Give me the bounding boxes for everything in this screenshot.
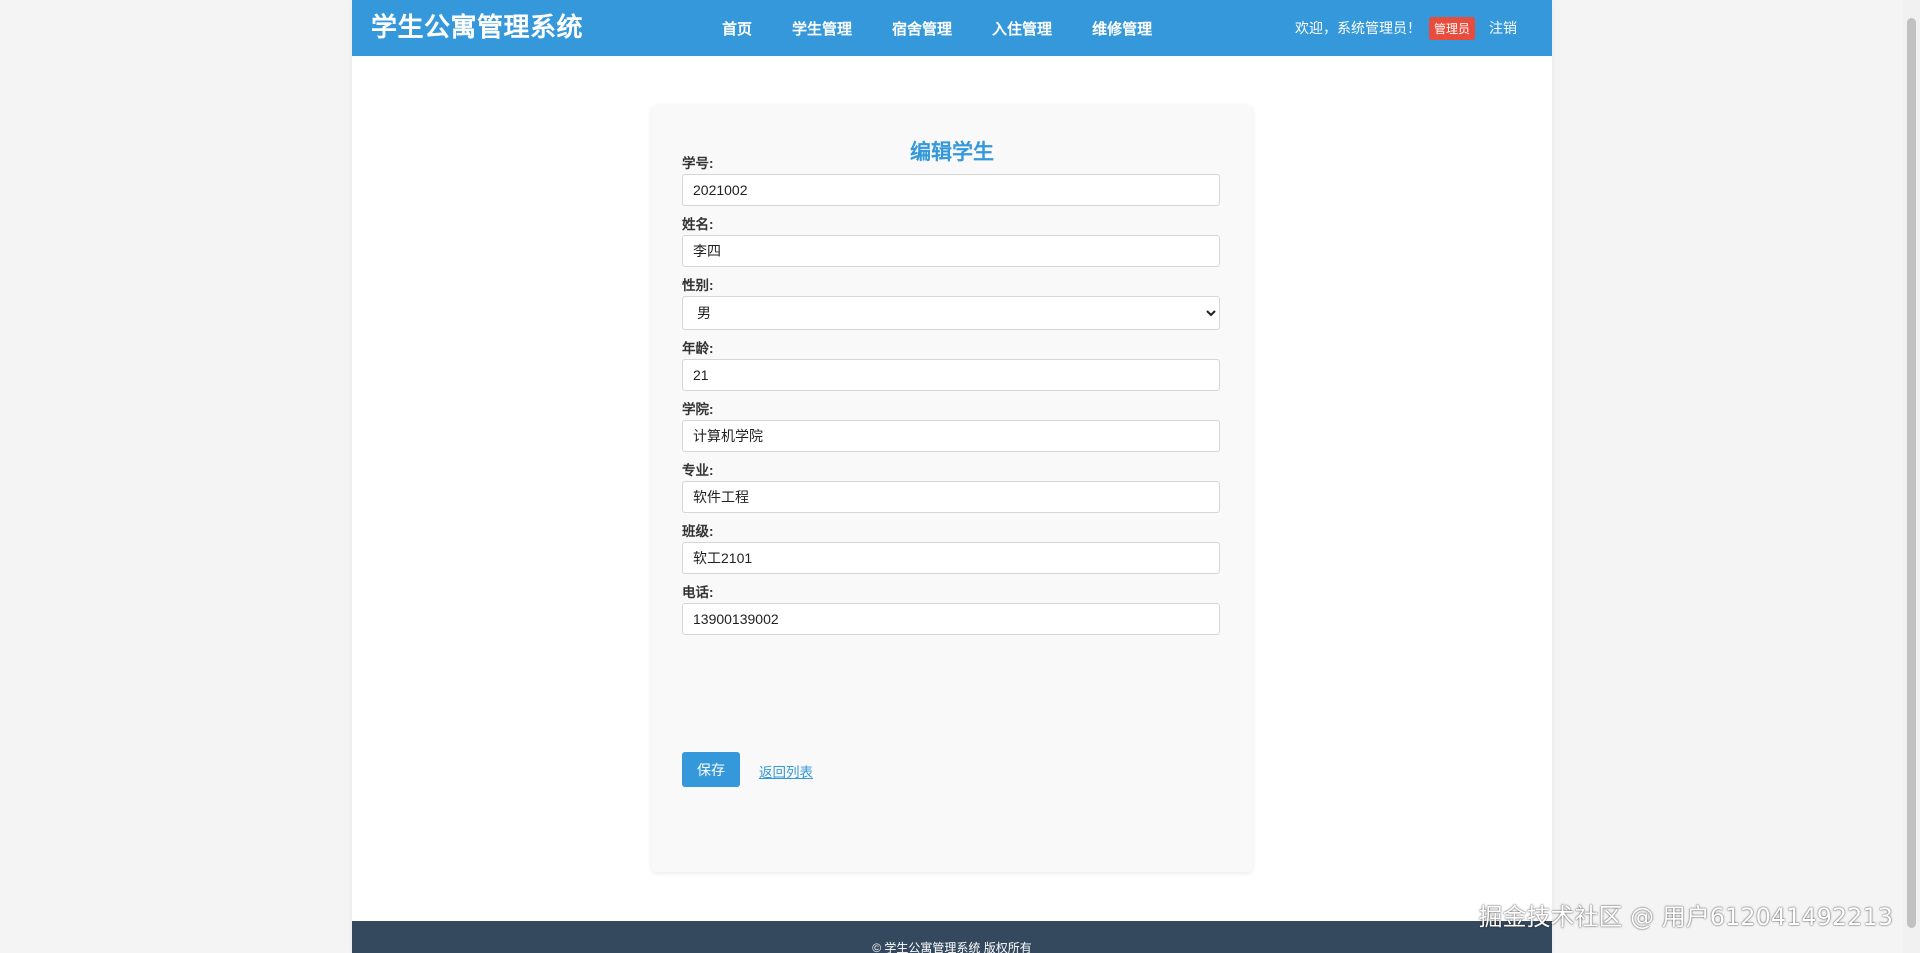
- age-input[interactable]: [682, 359, 1220, 391]
- college-label: 学院:: [682, 402, 714, 417]
- age-label: 年龄:: [682, 341, 714, 356]
- edit-student-form: 编辑学生 学号: 姓名: 性别: 男 年龄: 学院: 专业: 班级: 电话: 保…: [652, 106, 1252, 872]
- top-header: 学生公寓管理系统 首页 学生管理 宿舍管理 入住管理 维修管理 欢迎，系统管理员…: [352, 0, 1552, 56]
- nav-checkin-management[interactable]: 入住管理: [992, 18, 1052, 39]
- form-title: 编辑学生: [910, 141, 994, 164]
- copyright-text: © 学生公寓管理系统 版权所有: [872, 941, 1032, 953]
- college-input[interactable]: [682, 420, 1220, 452]
- student-id-label: 学号:: [682, 156, 714, 171]
- back-to-list-link[interactable]: 返回列表: [759, 761, 813, 781]
- class-label: 班级:: [682, 524, 714, 539]
- name-label: 姓名:: [682, 217, 714, 232]
- major-input[interactable]: [682, 481, 1220, 513]
- nav-home[interactable]: 首页: [722, 18, 752, 39]
- nav-repair-management[interactable]: 维修管理: [1092, 18, 1152, 39]
- user-area: 欢迎，系统管理员！ 管理员 注销: [1295, 0, 1517, 56]
- app-title: 学生公寓管理系统: [371, 13, 584, 43]
- student-id-input[interactable]: [682, 174, 1220, 206]
- footer: © 学生公寓管理系统 版权所有: [352, 921, 1552, 953]
- phone-label: 电话:: [682, 585, 714, 600]
- page-container: 学生公寓管理系统 首页 学生管理 宿舍管理 入住管理 维修管理 欢迎，系统管理员…: [352, 0, 1552, 953]
- logout-link[interactable]: 注销: [1489, 18, 1517, 38]
- welcome-text: 欢迎，系统管理员！: [1294, 20, 1421, 36]
- nav-dorm-management[interactable]: 宿舍管理: [892, 18, 952, 39]
- scrollbar-thumb[interactable]: [1907, 18, 1916, 928]
- save-button[interactable]: 保存: [682, 752, 740, 787]
- gender-label: 性别:: [682, 278, 714, 293]
- class-input[interactable]: [682, 542, 1220, 574]
- main-nav: 首页 学生管理 宿舍管理 入住管理 维修管理: [722, 0, 1152, 56]
- nav-student-management[interactable]: 学生管理: [792, 18, 852, 39]
- phone-input[interactable]: [682, 603, 1220, 635]
- watermark-text: 掘金技术社区 @ 用户612041492213: [1478, 903, 1894, 931]
- page-scrollbar[interactable]: [1903, 0, 1920, 953]
- role-badge: 管理员: [1428, 16, 1475, 40]
- name-input[interactable]: [682, 235, 1220, 267]
- gender-select[interactable]: 男: [682, 296, 1220, 330]
- major-label: 专业:: [682, 463, 714, 478]
